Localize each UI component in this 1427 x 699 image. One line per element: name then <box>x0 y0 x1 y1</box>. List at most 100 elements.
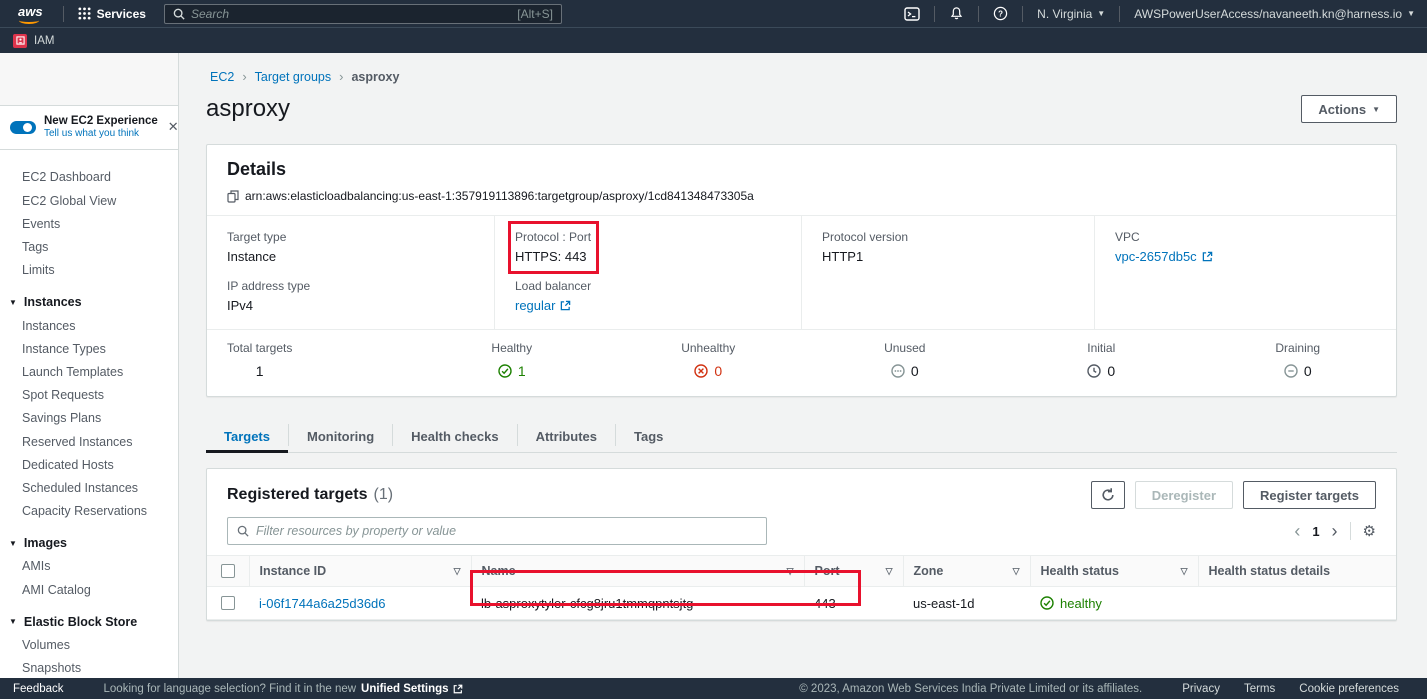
sidebar-item-scheduled-instances[interactable]: Scheduled Instances <box>0 476 178 499</box>
sort-icon[interactable]: ▽ <box>454 566 461 577</box>
feedback-link[interactable]: Feedback <box>13 683 64 695</box>
check-circle-icon <box>498 364 512 378</box>
tab-monitoring[interactable]: Monitoring <box>289 420 392 452</box>
divider <box>934 6 935 22</box>
actions-button[interactable]: Actions▼ <box>1301 95 1397 123</box>
select-all-header <box>207 556 249 587</box>
experience-toggle[interactable] <box>10 121 36 134</box>
filter-box[interactable] <box>227 517 767 545</box>
column-health-status: Health status▽ <box>1030 556 1198 587</box>
filter-input[interactable] <box>256 524 757 538</box>
sidebar-item-reserved-instances[interactable]: Reserved Instances <box>0 430 178 453</box>
breadcrumb-separator: › <box>242 69 246 84</box>
health-status-value: healthy <box>1040 596 1188 611</box>
top-navigation-bar: aws Services [Alt+S] ? N. Virginia ▼ AWSP… <box>0 0 1427 27</box>
services-menu-button[interactable]: Services <box>74 7 150 21</box>
favorite-iam-link[interactable]: IAM <box>13 34 54 48</box>
services-grid-icon <box>78 7 91 20</box>
chevron-down-icon: ▼ <box>1097 9 1105 18</box>
privacy-link[interactable]: Privacy <box>1182 683 1220 695</box>
help-icon[interactable]: ? <box>993 6 1008 21</box>
sidebar-item-ec2-dashboard[interactable]: EC2 Dashboard <box>0 166 178 189</box>
tab-targets[interactable]: Targets <box>206 420 288 453</box>
copyright-text: © 2023, Amazon Web Services India Privat… <box>799 683 1142 695</box>
sidebar-item-instances[interactable]: Instances <box>0 314 178 337</box>
sidebar-item-ec2-global-view[interactable]: EC2 Global View <box>0 189 178 212</box>
sidebar-section-images[interactable]: ▼Images <box>0 532 178 555</box>
register-targets-button[interactable]: Register targets <box>1243 481 1376 509</box>
tab-tags[interactable]: Tags <box>616 420 681 452</box>
sidebar-item-spot-requests[interactable]: Spot Requests <box>0 384 178 407</box>
cookie-preferences-link[interactable]: Cookie preferences <box>1299 683 1399 695</box>
registered-targets-count: (1) <box>374 486 394 504</box>
select-all-checkbox[interactable] <box>221 564 235 578</box>
region-selector[interactable]: N. Virginia ▼ <box>1037 7 1105 21</box>
cloudshell-icon[interactable] <box>904 7 920 21</box>
next-page-icon[interactable]: › <box>1332 522 1338 540</box>
sidebar-item-tags[interactable]: Tags <box>0 235 178 258</box>
sidebar-item-instance-types[interactable]: Instance Types <box>0 337 178 360</box>
terms-link[interactable]: Terms <box>1244 683 1275 695</box>
copy-icon[interactable] <box>227 190 239 203</box>
tab-attributes[interactable]: Attributes <box>518 420 615 452</box>
svg-text:?: ? <box>998 9 1003 18</box>
sort-icon[interactable]: ▽ <box>1013 566 1020 577</box>
field-protocol-version: Protocol version HTTP1 <box>822 230 1074 264</box>
divider <box>978 6 979 22</box>
tab-health-checks[interactable]: Health checks <box>393 420 516 452</box>
unified-settings-link[interactable]: Unified Settings <box>361 683 463 695</box>
search-input[interactable] <box>191 7 511 21</box>
sidebar-top-spacer <box>0 53 178 105</box>
sidebar-item-limits[interactable]: Limits <box>0 259 178 282</box>
console-footer: Feedback Looking for language selection?… <box>0 678 1427 699</box>
deregister-button[interactable]: Deregister <box>1135 481 1233 509</box>
sidebar-item-events[interactable]: Events <box>0 212 178 235</box>
stat-draining: Draining 0 <box>1200 330 1397 396</box>
vpc-link[interactable]: vpc-2657db5c <box>1115 249 1213 264</box>
load-balancer-link[interactable]: regular <box>515 298 571 313</box>
sidebar-item-snapshots[interactable]: Snapshots <box>0 657 178 678</box>
sidebar-item-ami-catalog[interactable]: AMI Catalog <box>0 578 178 601</box>
triangle-down-icon: ▼ <box>9 539 17 548</box>
breadcrumb-ec2[interactable]: EC2 <box>210 70 234 84</box>
table-row: i-06f1744a6a25d36d6 lb-asproxytyler-cfcg… <box>207 587 1396 620</box>
sidebar-item-capacity-reservations[interactable]: Capacity Reservations <box>0 500 178 523</box>
sidebar-item-savings-plans[interactable]: Savings Plans <box>0 407 178 430</box>
sidebar-section-instances[interactable]: ▼Instances <box>0 291 178 314</box>
stat-initial: Initial 0 <box>1003 330 1200 396</box>
refresh-button[interactable] <box>1091 481 1125 509</box>
breadcrumb-target-groups[interactable]: Target groups <box>255 70 331 84</box>
settings-gear-icon[interactable]: ⚙ <box>1363 524 1376 539</box>
previous-page-icon[interactable]: ‹ <box>1294 522 1300 540</box>
search-icon <box>237 525 249 537</box>
details-panel: Details arn:aws:elasticloadbalancing:us-… <box>206 144 1397 397</box>
page-number[interactable]: 1 <box>1312 524 1319 539</box>
sidebar-section-elastic-block-store[interactable]: ▼Elastic Block Store <box>0 610 178 633</box>
sidebar-item-launch-templates[interactable]: Launch Templates <box>0 360 178 383</box>
stat-unused: Unused 0 <box>807 330 1004 396</box>
sort-icon[interactable]: ▽ <box>787 566 794 577</box>
sort-icon[interactable]: ▽ <box>886 566 893 577</box>
account-label: AWSPowerUserAccess/navaneeth.kn@harness.… <box>1134 7 1402 21</box>
aws-logo[interactable]: aws <box>12 4 53 23</box>
target-port: 443 <box>814 596 836 611</box>
experience-feedback-link[interactable]: Tell us what you think <box>44 128 158 141</box>
aws-smile-icon <box>19 17 39 24</box>
sidebar-item-amis[interactable]: AMIs <box>0 555 178 578</box>
account-menu[interactable]: AWSPowerUserAccess/navaneeth.kn@harness.… <box>1134 7 1415 21</box>
notifications-bell-icon[interactable] <box>949 6 964 21</box>
new-ec2-experience-panel: New EC2 Experience Tell us what you thin… <box>0 105 178 150</box>
sort-icon[interactable]: ▽ <box>1181 566 1188 577</box>
sidebar-item-dedicated-hosts[interactable]: Dedicated Hosts <box>0 453 178 476</box>
refresh-icon <box>1100 487 1116 503</box>
services-label: Services <box>97 7 146 21</box>
row-checkbox[interactable] <box>221 596 235 610</box>
experience-title: New EC2 Experience <box>44 114 158 128</box>
breadcrumb-current: asproxy <box>351 70 399 84</box>
instance-id-link[interactable]: i-06f1744a6a25d36d6 <box>259 596 386 611</box>
sidebar-item-volumes[interactable]: Volumes <box>0 633 178 656</box>
global-search-box[interactable]: [Alt+S] <box>164 4 562 24</box>
chevron-down-icon: ▼ <box>1372 105 1380 114</box>
region-label: N. Virginia <box>1037 7 1092 21</box>
close-icon[interactable]: ✕ <box>166 119 179 135</box>
